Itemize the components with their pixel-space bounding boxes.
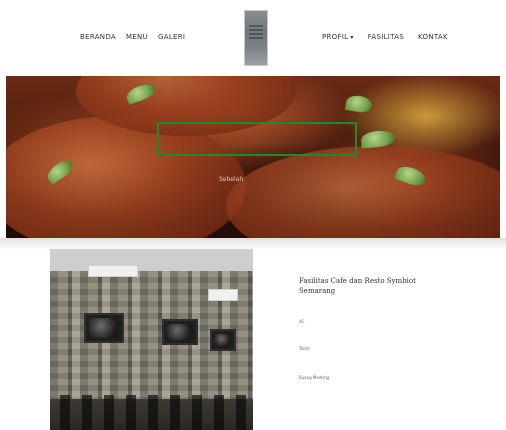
facility-image: [50, 249, 253, 430]
site-header: BERANDA MENU GALERI PROFIL ▾ FASILITAS KO…: [0, 0, 506, 76]
nav-profil[interactable]: PROFIL ▾: [322, 33, 354, 41]
nav-right: PROFIL ▾ FASILITAS KONTAK: [322, 33, 448, 41]
facility-item-ac: AC: [299, 319, 305, 324]
herb-leaf: [344, 93, 374, 115]
nav-left: BERANDA MENU GALERI: [80, 33, 185, 41]
chevron-down-icon: ▾: [350, 34, 354, 41]
air-conditioner-icon: [88, 265, 138, 277]
facility-item-meeting: Ruang Meeting: [299, 375, 330, 380]
nav-galeri[interactable]: GALERI: [158, 33, 185, 41]
hero-banner: Sebelah: [6, 76, 500, 238]
wall-art-frame: [84, 313, 124, 343]
chairs: [60, 395, 250, 430]
steak-piece-right: [226, 146, 500, 238]
site-logo[interactable]: [244, 10, 268, 66]
nav-profil-label: PROFIL: [322, 33, 349, 41]
highlight-box: [157, 122, 357, 156]
facility-content: Fasilitas Cafe dan Resto Symbiot Semaran…: [299, 276, 469, 380]
nav-kontak[interactable]: KONTAK: [418, 33, 448, 41]
wall-art-frame: [210, 329, 236, 351]
air-conditioner-icon: [208, 289, 238, 301]
nav-fasilitas[interactable]: FASILITAS: [368, 33, 404, 41]
hero-caption: Sebelah: [219, 176, 244, 183]
facility-title: Fasilitas Cafe dan Resto Symbiot Semaran…: [299, 277, 416, 295]
wall-art-frame: [162, 319, 198, 345]
nav-menu[interactable]: MENU: [126, 33, 148, 41]
nav-beranda[interactable]: BERANDA: [80, 33, 116, 41]
facility-item-toilet: Toilet: [299, 346, 310, 351]
